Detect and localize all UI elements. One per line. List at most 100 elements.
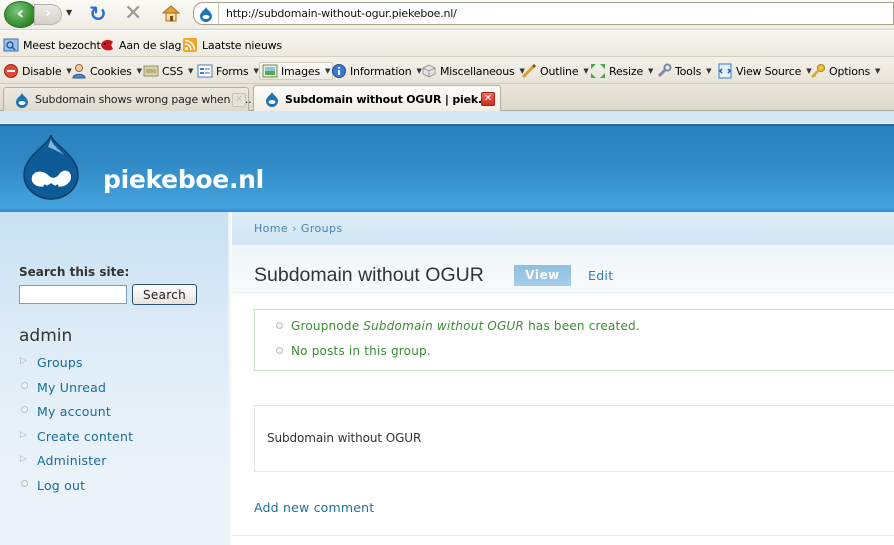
browser-navigation-bar: ‹ › ▼ ↻ ✕ http://subdomain-without-ogur.… [0, 0, 894, 30]
history-dropdown-icon[interactable]: ▼ [66, 8, 74, 20]
webdev-miscellaneous-menu[interactable]: Miscellaneous ▼ [421, 62, 525, 80]
webdev-cookies-menu[interactable]: Cookies ▼ [71, 62, 142, 80]
options-icon [811, 64, 825, 78]
images-icon [262, 64, 278, 78]
main-content: Home › Groups Subdomain without OGUR View … [228, 212, 894, 545]
tools-icon [657, 63, 672, 78]
browser-tab[interactable]: Subdomain shows wrong page when O... ✕ [3, 87, 252, 111]
message-emphasis: Subdomain without OGUR [363, 319, 525, 333]
tab-close-icon[interactable]: ✕ [232, 93, 246, 107]
tab-view[interactable]: View [514, 265, 571, 286]
breadcrumb-groups-link[interactable]: Groups [301, 222, 343, 235]
site-name[interactable]: piekeboe.nl [103, 165, 264, 194]
webdev-images-menu[interactable]: Images ▼ [259, 62, 334, 80]
forward-button[interactable]: › [34, 4, 62, 25]
menu-item-label[interactable]: Log out [37, 478, 85, 493]
tab-favicon-icon [266, 92, 278, 107]
webdev-outline-menu[interactable]: Outline ▼ [521, 62, 589, 80]
forms-icon [197, 64, 213, 78]
menu-item-label[interactable]: Groups [37, 355, 83, 370]
bookmarks-toolbar: Meest bezocht Aan de slag Laatste nieuws [0, 31, 894, 57]
divider [228, 535, 894, 536]
collapsed-triangle-icon: ▷ [20, 454, 28, 465]
menu-label: Tools [675, 64, 702, 78]
dropdown-arrow-icon: ▼ [648, 67, 654, 75]
status-message: Groupnode Subdomain without OGUR has bee… [276, 319, 640, 333]
webdev-view-source-menu[interactable]: View Source ▼ [717, 62, 812, 80]
web-page: piekeboe.nl Search this site: Search adm… [0, 111, 894, 545]
disable-icon [4, 64, 18, 78]
dropdown-arrow-icon: ▼ [136, 67, 142, 75]
browser-tab-bar: Subdomain shows wrong page when O... ✕ S… [0, 84, 894, 112]
user-block-title: admin [19, 326, 73, 346]
dropdown-arrow-icon: ▼ [583, 67, 589, 75]
menu-label: Outline [540, 64, 579, 78]
menu-item-administer[interactable]: ▷ Administer [19, 453, 133, 478]
page-title: Subdomain without OGUR [254, 264, 484, 286]
getting-started-icon [101, 39, 113, 51]
leaf-bullet-icon [276, 347, 283, 354]
breadcrumb-separator: › [292, 222, 297, 235]
tab-edit[interactable]: Edit [588, 268, 613, 283]
bookmark-label: Aan de slag [119, 38, 182, 52]
page-top-strip [0, 111, 894, 124]
webdev-options-menu[interactable]: Options ▼ [810, 62, 880, 80]
search-input[interactable] [19, 285, 127, 304]
menu-item-label[interactable]: My account [37, 404, 111, 419]
search-button[interactable]: Search [132, 284, 197, 305]
bookmark-label: Laatste nieuws [202, 38, 282, 52]
leaf-bullet-icon [21, 479, 28, 487]
breadcrumb: Home › Groups [254, 222, 343, 235]
reload-icon[interactable]: ↻ [89, 3, 109, 25]
menu-item-label[interactable]: Administer [37, 453, 107, 468]
browser-tab-active[interactable]: Subdomain without OGUR | piek... ✕ [253, 85, 501, 112]
miscellaneous-icon [422, 64, 436, 78]
menu-label: Cookies [90, 64, 132, 78]
webdev-resize-menu[interactable]: Resize ▼ [590, 62, 653, 80]
tab-title: Subdomain without OGUR | piek... [285, 92, 490, 106]
dropdown-arrow-icon: ▼ [188, 67, 194, 75]
add-new-comment-link[interactable]: Add new comment [254, 500, 374, 515]
webdev-disable-menu[interactable]: Disable ▼ [3, 62, 72, 80]
bookmark-latest-news[interactable]: Laatste nieuws [182, 37, 282, 53]
tab-title: Subdomain shows wrong page when O... [35, 93, 252, 106]
view-source-icon [718, 63, 732, 79]
bookmark-getting-started[interactable]: Aan de slag [99, 37, 181, 53]
rss-feed-icon [183, 38, 197, 52]
menu-item-log-out[interactable]: Log out [19, 478, 133, 503]
forward-icon: › [45, 6, 51, 21]
node-content: Subdomain without OGUR [254, 405, 894, 472]
resize-icon [591, 64, 605, 78]
css-icon [143, 65, 159, 77]
menu-item-create-content[interactable]: ▷ Create content [19, 429, 133, 454]
webdev-information-menu[interactable]: Information ▼ [331, 62, 422, 80]
menu-item-my-account[interactable]: My account [19, 404, 133, 429]
collapsed-triangle-icon: ▷ [20, 356, 28, 366]
stop-icon[interactable]: ✕ [124, 2, 144, 26]
message-text: has been created. [524, 319, 640, 333]
url-bar[interactable]: http://subdomain-without-ogur.piekeboe.n… [193, 2, 894, 25]
tab-close-icon[interactable]: ✕ [481, 92, 495, 106]
bookmark-most-visited[interactable]: Meest bezocht [3, 37, 101, 53]
menu-item-groups[interactable]: ▷ Groups [19, 355, 133, 380]
menu-label: Information [350, 64, 412, 78]
webdev-forms-menu[interactable]: Forms ▼ [197, 62, 259, 80]
menu-item-label[interactable]: My Unread [37, 380, 106, 395]
back-icon: ‹ [16, 3, 25, 24]
url-text[interactable]: http://subdomain-without-ogur.piekeboe.n… [226, 7, 457, 20]
most-visited-icon [3, 38, 19, 52]
dropdown-arrow-icon: ▼ [875, 67, 881, 75]
menu-item-my-unread[interactable]: My Unread [19, 380, 133, 405]
menu-item-label[interactable]: Create content [37, 429, 133, 444]
cookies-icon [72, 64, 86, 79]
url-separator [218, 3, 219, 24]
home-icon[interactable] [161, 3, 181, 23]
message-text: Groupnode [291, 319, 364, 333]
back-button[interactable]: ‹ [4, 1, 37, 28]
information-icon [332, 64, 346, 78]
menu-label: CSS [162, 64, 184, 78]
webdev-tools-menu[interactable]: Tools ▼ [656, 62, 712, 80]
breadcrumb-home-link[interactable]: Home [254, 222, 288, 235]
webdev-css-menu[interactable]: CSS ▼ [143, 62, 193, 80]
drupal-logo-icon[interactable] [20, 133, 82, 201]
